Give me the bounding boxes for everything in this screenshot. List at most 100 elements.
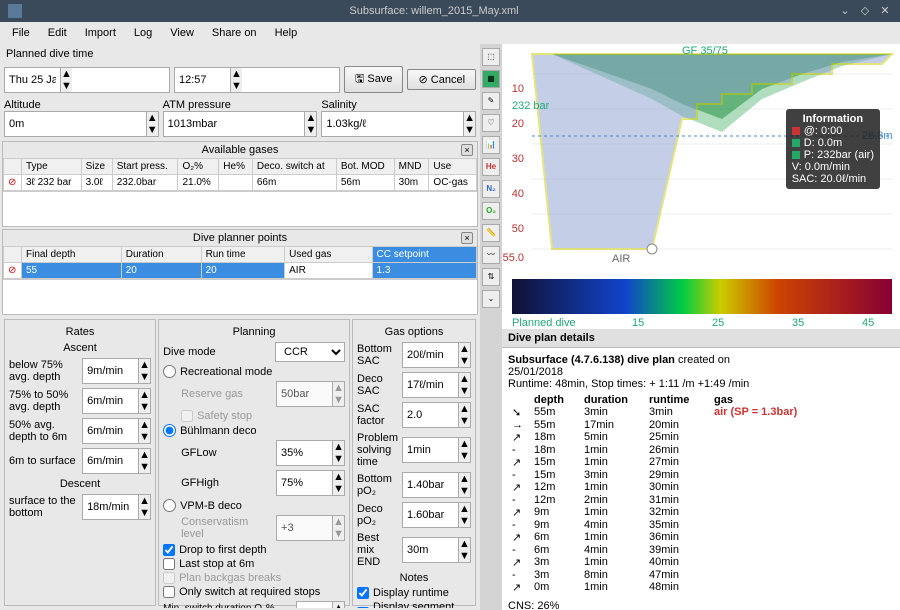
points-close-icon[interactable]: ×	[461, 232, 473, 244]
altitude-input[interactable]	[5, 112, 146, 136]
cancel-button[interactable]: ⊘ Cancel	[407, 69, 476, 90]
tool-heart-icon[interactable]: ♡	[482, 114, 500, 132]
dive-profile-chart[interactable]: 10 20 30 40 50 55.0 GF 35/75 232 bar 28.…	[502, 44, 900, 329]
gflow-input[interactable]	[277, 441, 332, 465]
points-col-gas[interactable]: Used gas	[285, 247, 372, 263]
gases-close-icon[interactable]: ×	[461, 144, 473, 156]
cns-value: CNS: 26%	[508, 600, 894, 610]
gases-col-size[interactable]: Size	[81, 159, 112, 175]
rate-label: surface to the bottom	[9, 495, 78, 519]
gases-col-he[interactable]: He%	[219, 159, 253, 175]
menu-file[interactable]: File	[4, 25, 38, 41]
menu-log[interactable]: Log	[126, 25, 160, 41]
points-table[interactable]: Final depth Duration Run time Used gas C…	[3, 246, 477, 279]
rate-input[interactable]	[83, 359, 138, 383]
gases-col-deco[interactable]: Deco. switch at	[252, 159, 336, 175]
plan-date: 25/01/2018	[508, 366, 894, 378]
last-stop-check[interactable]	[163, 558, 175, 570]
tool-pn2-icon[interactable]: ▦	[482, 70, 500, 88]
close-icon[interactable]: ✕	[878, 4, 892, 18]
points-col-runtime[interactable]: Run time	[201, 247, 285, 263]
note-label: Display runtime	[373, 587, 449, 599]
gases-col-mod[interactable]: Bot. MOD	[336, 159, 394, 175]
safety-stop-label: Safety stop	[197, 410, 252, 422]
last-stop-label: Last stop at 6m	[179, 558, 254, 570]
info-title: Information	[792, 113, 874, 125]
gases-col-type[interactable]: Type	[22, 159, 82, 175]
menu-share[interactable]: Share on	[204, 25, 265, 41]
menu-edit[interactable]: Edit	[40, 25, 75, 41]
buhlmann-radio[interactable]	[163, 424, 176, 437]
gfhigh-label: GFHigh	[181, 477, 219, 489]
atm-input[interactable]	[164, 112, 305, 136]
drop-first-check[interactable]	[163, 544, 175, 556]
salinity-input[interactable]	[322, 112, 463, 136]
gases-col-use[interactable]: Use	[429, 159, 477, 175]
gases-col-startpress[interactable]: Start press.	[112, 159, 178, 175]
svg-text:GF 35/75: GF 35/75	[682, 45, 728, 57]
sac-factor-label: SAC factor	[357, 403, 398, 427]
plan-heading: Subsurface (4.7.6.138) dive plan	[508, 354, 675, 366]
dpo2-input[interactable]	[403, 503, 458, 527]
tool-o2-icon[interactable]: O₂	[482, 202, 500, 220]
dive-mode-select[interactable]: CCR	[275, 342, 345, 362]
min-switch-input[interactable]	[297, 602, 332, 608]
tool-ruler-icon[interactable]: 📏	[482, 224, 500, 242]
menu-import[interactable]: Import	[77, 25, 124, 41]
svg-text:Planned dive: Planned dive	[512, 317, 576, 329]
save-button[interactable]: 🖫 Save	[344, 66, 404, 93]
date-input[interactable]	[5, 68, 60, 92]
gases-col-o2[interactable]: O₂%	[178, 159, 219, 175]
delete-row-icon[interactable]: ⊘	[4, 175, 22, 191]
svg-text:50: 50	[512, 223, 524, 235]
problem-input[interactable]	[403, 438, 458, 462]
sac-factor-input[interactable]	[403, 403, 458, 427]
svg-text:15: 15	[632, 317, 644, 329]
table-row[interactable]: ⊘ 3ℓ 232 bar 3.0ℓ 232.0bar 21.0% 66m 56m…	[4, 175, 477, 191]
plan-row: -18m1min26min	[508, 444, 894, 456]
tool-graph-icon[interactable]: 〰	[482, 246, 500, 264]
menu-view[interactable]: View	[162, 25, 202, 41]
table-row[interactable]: ⊘ 55 20 20 AIR 1.3	[4, 263, 477, 279]
only-switch-check[interactable]	[163, 586, 175, 598]
menu-help[interactable]: Help	[267, 25, 306, 41]
rate-input[interactable]	[83, 389, 138, 413]
rate-input[interactable]	[83, 419, 138, 443]
points-col-setpoint[interactable]: CC setpoint	[372, 247, 476, 263]
svg-text:35: 35	[792, 317, 804, 329]
tool-dc-icon[interactable]: 📊	[482, 136, 500, 154]
points-title: Dive planner points	[3, 230, 477, 246]
maximize-icon[interactable]: ◇	[858, 4, 872, 18]
points-col-depth[interactable]: Final depth	[22, 247, 122, 263]
tool-he-icon[interactable]: He	[482, 158, 500, 176]
ascent-title: Ascent	[9, 340, 151, 356]
delete-row-icon[interactable]: ⊘	[4, 263, 22, 279]
tool-expand-icon[interactable]: ⌄	[482, 290, 500, 308]
svg-text:20: 20	[512, 118, 524, 130]
tool-scale-icon[interactable]: ⇅	[482, 268, 500, 286]
gfhigh-input[interactable]	[277, 471, 332, 495]
bottom-sac-input[interactable]	[403, 343, 458, 367]
recreational-radio[interactable]	[163, 365, 176, 378]
gases-col-mnd[interactable]: MND	[394, 159, 429, 175]
rate-input[interactable]	[83, 495, 138, 519]
svg-text:AIR: AIR	[612, 253, 630, 265]
menubar: File Edit Import Log View Share on Help	[0, 22, 900, 44]
points-col-duration[interactable]: Duration	[121, 247, 201, 263]
note-segment-check[interactable]	[357, 607, 369, 608]
dive-plan-details[interactable]: Subsurface (4.7.6.138) dive plan created…	[502, 348, 900, 610]
tool-po2-icon[interactable]: ⬚	[482, 48, 500, 66]
gases-table[interactable]: Type Size Start press. O₂% He% Deco. swi…	[3, 158, 477, 191]
rate-input[interactable]	[83, 449, 138, 473]
time-input[interactable]	[175, 68, 230, 92]
vpmb-radio[interactable]	[163, 499, 176, 512]
bestmix-input[interactable]	[403, 538, 458, 562]
note-runtime-check[interactable]	[357, 587, 369, 599]
minimize-icon[interactable]: ⌄	[838, 4, 852, 18]
deco-sac-input[interactable]	[403, 373, 458, 397]
plan-row: ↗9m1min32min	[508, 506, 894, 519]
bpo2-input[interactable]	[403, 473, 458, 497]
tool-phe-icon[interactable]: ✎	[482, 92, 500, 110]
plan-row: ↗3m1min40min	[508, 556, 894, 569]
tool-n2-icon[interactable]: N₂	[482, 180, 500, 198]
